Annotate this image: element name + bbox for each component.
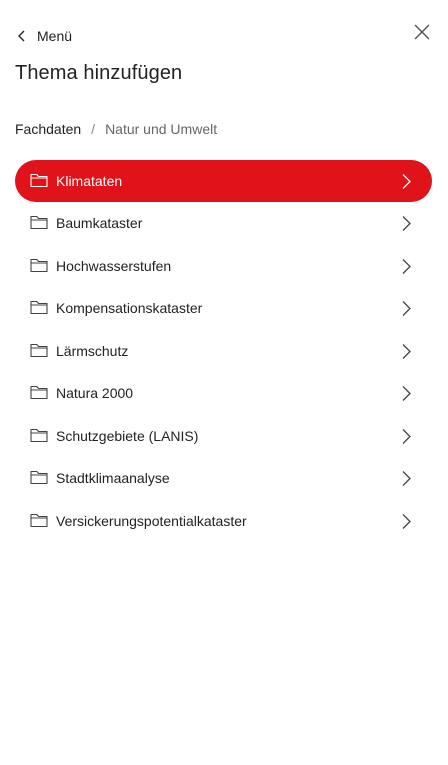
- topic-list-item-label: Kompensationskataster: [56, 300, 203, 316]
- folder-icon: [30, 470, 48, 485]
- topic-list-item-label: Natura 2000: [56, 385, 134, 401]
- folder-icon: [30, 513, 48, 527]
- topic-list-item[interactable]: Natura 2000: [15, 372, 432, 415]
- topic-list-item[interactable]: Hochwasserstufen: [15, 245, 432, 288]
- chevron-right-icon: [402, 216, 411, 231]
- topic-list-item[interactable]: Lärmschutz: [15, 330, 432, 373]
- topic-list-item[interactable]: Schutzgebiete (LANIS): [15, 415, 432, 458]
- folder-icon: [30, 385, 48, 400]
- topic-list-item-label: Baumkataster: [56, 215, 143, 231]
- topic-list-item-label: Stadtklimaanalyse: [56, 470, 170, 486]
- breadcrumb-root-link[interactable]: Fachdaten: [15, 121, 81, 137]
- topic-list-item[interactable]: Versickerungspotentialkataster: [15, 500, 432, 543]
- folder-icon: [30, 343, 48, 357]
- topic-list-item-label: Klimataten: [56, 173, 123, 189]
- chevron-right-icon: [402, 513, 411, 529]
- chevron-right-icon: [402, 471, 411, 486]
- chevron-right-icon: [402, 428, 411, 444]
- folder-icon: [30, 300, 48, 315]
- topic-list-item[interactable]: Klimataten: [15, 160, 432, 202]
- topic-list-item-label: Hochwasserstufen: [56, 257, 172, 274]
- chevron-right-icon: [402, 258, 411, 274]
- topic-list-item[interactable]: Baumkataster: [15, 202, 432, 245]
- chevron-right-icon: [402, 174, 411, 189]
- topic-list-item-label: Lärmschutz: [56, 342, 129, 359]
- breadcrumb-current: Natur und Umwelt: [105, 121, 218, 137]
- topic-list-item-label: Schutzgebiete (LANIS): [56, 427, 199, 444]
- folder-icon: [30, 258, 48, 272]
- breadcrumb-separator: /: [91, 121, 96, 137]
- topic-list-item[interactable]: Stadtklimaanalyse: [15, 457, 432, 500]
- chevron-right-icon: [402, 386, 411, 401]
- breadcrumb: Fachdaten / Natur und Umwelt: [15, 121, 217, 137]
- topic-list: Klimataten Baumkataster Hochwasserstufen Ko…: [15, 160, 432, 542]
- folder-icon: [30, 173, 48, 188]
- back-label: Menü: [37, 28, 73, 44]
- folder-icon: [30, 215, 48, 230]
- chevron-left-icon: [18, 30, 25, 42]
- folder-icon: [30, 428, 48, 442]
- close-icon[interactable]: [411, 21, 433, 43]
- add-topic-panel: Menü Thema hinzufügen Fachdaten / Natur …: [0, 0, 448, 765]
- chevron-right-icon: [402, 301, 411, 316]
- topic-list-item-label: Versickerungspotentialkataster: [56, 512, 247, 529]
- chevron-right-icon: [402, 343, 411, 359]
- back-to-menu-button[interactable]: Menü: [15, 25, 72, 47]
- page-title: Thema hinzufügen: [15, 62, 183, 84]
- topic-list-item[interactable]: Kompensationskataster: [15, 287, 432, 330]
